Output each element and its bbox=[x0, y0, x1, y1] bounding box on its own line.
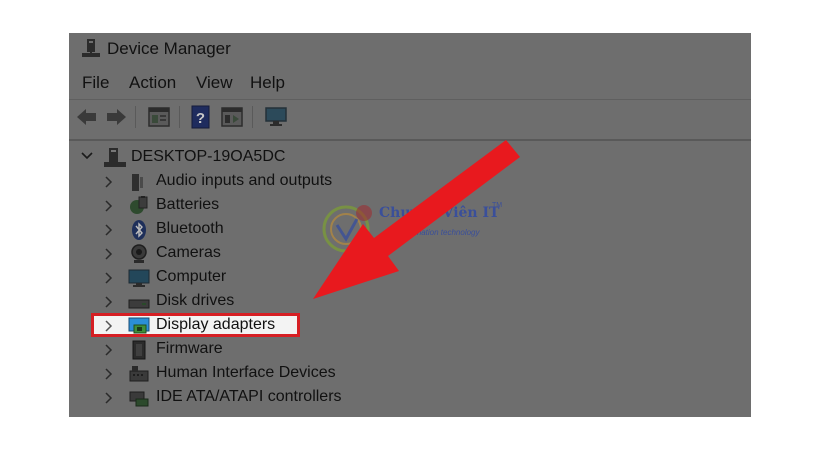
tree-item-audio[interactable]: Audio inputs and outputs bbox=[69, 170, 489, 194]
monitor-icon[interactable] bbox=[264, 105, 288, 129]
tree-item-label: Human Interface Devices bbox=[156, 364, 336, 381]
chevron-right-icon[interactable] bbox=[103, 367, 115, 381]
chevron-right-icon[interactable] bbox=[103, 319, 115, 333]
device-tree: DESKTOP-19OA5DC Audio inputs and outputs… bbox=[69, 141, 751, 417]
chevron-right-icon[interactable] bbox=[103, 199, 115, 213]
tree-root[interactable]: DESKTOP-19OA5DC bbox=[69, 146, 469, 170]
menu-action[interactable]: Action bbox=[129, 73, 176, 93]
chevron-right-icon[interactable] bbox=[103, 343, 115, 357]
tree-item-disk-drives[interactable]: Disk drives bbox=[69, 290, 489, 314]
view-icon[interactable] bbox=[220, 105, 244, 129]
properties-icon[interactable] bbox=[147, 105, 171, 129]
toolbar-divider bbox=[179, 106, 180, 128]
window-title: Device Manager bbox=[107, 39, 231, 58]
tree-item-label: Cameras bbox=[156, 244, 221, 261]
back-icon[interactable] bbox=[75, 105, 99, 129]
toolbar-divider bbox=[252, 106, 253, 128]
menu-bar: File Action View Help bbox=[69, 73, 751, 99]
menu-file[interactable]: File bbox=[82, 73, 109, 93]
display-adapter-icon bbox=[128, 317, 150, 334]
menu-help[interactable]: Help bbox=[250, 73, 285, 93]
watermark-tagline: information technology bbox=[399, 228, 480, 237]
disk-drive-icon bbox=[128, 299, 150, 309]
menu-separator bbox=[69, 99, 751, 100]
battery-icon bbox=[130, 196, 148, 214]
watermark-tm: TM bbox=[492, 202, 503, 209]
svg-text:?: ? bbox=[196, 110, 205, 127]
tree-item-display-adapters[interactable]: Display adapters bbox=[69, 314, 489, 338]
chevron-right-icon[interactable] bbox=[103, 247, 115, 261]
computer-tower-icon bbox=[104, 148, 126, 167]
tree-item-label: Audio inputs and outputs bbox=[156, 172, 333, 189]
ide-controller-icon bbox=[129, 391, 149, 407]
watermark-logo-icon bbox=[322, 205, 372, 253]
tree-item-label: IDE ATA/ATAPI controllers bbox=[156, 388, 342, 405]
chevron-down-icon[interactable] bbox=[79, 148, 95, 164]
monitor-icon bbox=[128, 269, 150, 287]
tree-item-label: Firmware bbox=[156, 340, 223, 357]
tree-item-hid[interactable]: Human Interface Devices bbox=[69, 362, 489, 386]
chevron-right-icon[interactable] bbox=[103, 223, 115, 237]
help-icon[interactable]: ? bbox=[189, 105, 213, 129]
tree-root-label: DESKTOP-19OA5DC bbox=[131, 148, 286, 165]
chip-icon bbox=[132, 340, 146, 360]
screenshot: Device Manager File Action View Help ? D… bbox=[69, 33, 751, 417]
watermark: Chuyên Viên IT TM information technology bbox=[319, 201, 509, 257]
tree-item-label: Bluetooth bbox=[156, 220, 224, 237]
camera-icon bbox=[131, 244, 147, 263]
tree-item-computer[interactable]: Computer bbox=[69, 266, 489, 290]
speaker-icon bbox=[132, 174, 143, 191]
toolbar-divider bbox=[135, 106, 136, 128]
tree-item-label: Computer bbox=[156, 268, 227, 285]
toolbar: ? bbox=[69, 102, 751, 134]
hid-icon bbox=[129, 366, 149, 382]
tree-item-label: Batteries bbox=[156, 196, 220, 213]
tree-item-label: Disk drives bbox=[156, 292, 235, 309]
forward-icon[interactable] bbox=[104, 105, 128, 129]
title-bar: Device Manager bbox=[69, 33, 751, 67]
chevron-right-icon[interactable] bbox=[103, 391, 115, 405]
watermark-name: Chuyên Viên IT bbox=[379, 205, 500, 221]
chevron-right-icon[interactable] bbox=[103, 175, 115, 189]
chevron-right-icon[interactable] bbox=[103, 295, 115, 309]
tree-item-firmware[interactable]: Firmware bbox=[69, 338, 489, 362]
device-manager-icon bbox=[82, 39, 100, 57]
tree-item-label: Display adapters bbox=[156, 316, 276, 333]
chevron-right-icon[interactable] bbox=[103, 271, 115, 285]
bluetooth-icon bbox=[132, 220, 146, 240]
menu-view[interactable]: View bbox=[196, 73, 233, 93]
tree-item-ide[interactable]: IDE ATA/ATAPI controllers bbox=[69, 386, 489, 410]
